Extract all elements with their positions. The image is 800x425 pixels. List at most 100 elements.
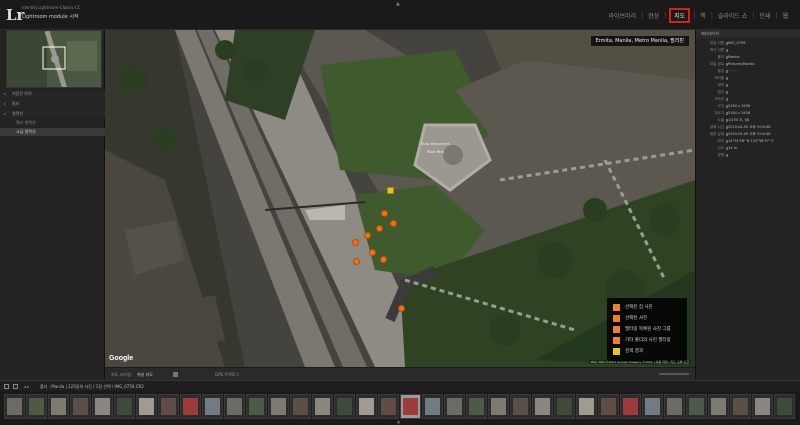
filmstrip-thumbnail[interactable] <box>686 394 707 419</box>
module-tab[interactable]: 라이브러리 <box>606 9 638 22</box>
metadata-value[interactable]: IMG_0756 <box>728 41 745 46</box>
filmstrip-thumbnail[interactable] <box>510 394 531 419</box>
filmstrip-thumbnail[interactable] <box>576 394 597 419</box>
module-tab[interactable]: 슬라이드 쇼 <box>716 9 750 22</box>
photo-marker[interactable] <box>380 256 387 263</box>
filmstrip-thumbnail[interactable] <box>730 394 751 419</box>
photo-marker[interactable] <box>398 305 405 312</box>
metadata-value[interactable]: Manila <box>728 55 739 60</box>
photo-marker[interactable] <box>353 258 360 265</box>
thumbnail-image <box>139 398 154 415</box>
filmstrip-thumbnail[interactable] <box>4 394 25 419</box>
thumbnail-image <box>29 398 44 415</box>
filmstrip-thumbnail[interactable] <box>356 394 377 419</box>
loupe-view-icon[interactable] <box>13 384 18 389</box>
thumbnail-image <box>513 398 528 415</box>
filmstrip-thumbnail[interactable] <box>488 394 509 419</box>
metadata-row: 위치 14°34'56" N 120°58'37" E <box>696 139 800 144</box>
filmstrip-thumbnail[interactable] <box>620 394 641 419</box>
metadata-value[interactable]: 5184 x 3456 <box>728 111 750 116</box>
filmstrip-thumbnail[interactable] <box>642 394 663 419</box>
grid-view-icon[interactable] <box>4 384 9 389</box>
metadata-key: 캡션 <box>717 90 724 94</box>
navigator-minimap[interactable] <box>6 30 102 88</box>
filmstrip-thumbnail[interactable] <box>422 394 443 419</box>
metadata-key: 파일 이름 <box>710 41 724 45</box>
lock-markers-icon[interactable] <box>173 372 178 377</box>
legend-item: 검색 결과 <box>611 346 683 357</box>
photo-marker[interactable] <box>381 210 388 217</box>
module-tab[interactable]: 웹 <box>780 9 790 22</box>
filmstrip-thumbnail[interactable] <box>312 394 333 419</box>
filmstrip-thumbnail[interactable] <box>268 394 289 419</box>
filmstrip-thumbnail[interactable] <box>92 394 113 419</box>
thumbnail-image <box>491 398 506 415</box>
photo-marker[interactable] <box>369 249 376 256</box>
collection-item[interactable]: 필터 컬렉션 <box>0 119 105 127</box>
filmstrip-thumbnail[interactable] <box>752 394 773 419</box>
bottom-panel-toggle-icon[interactable]: ▼ <box>397 420 400 425</box>
filmstrip-thumbnail[interactable] <box>532 394 553 419</box>
metadata-action-icon[interactable] <box>726 49 728 52</box>
thumbnail-image <box>381 398 396 415</box>
map-attribution[interactable]: Map data ©2021 Google Imagery ©2021 | 이용… <box>588 360 691 364</box>
filmstrip-thumbnail[interactable] <box>114 394 135 419</box>
filmstrip-thumbnail[interactable] <box>136 394 157 419</box>
metadata-value[interactable]: 14°34'56" N 120°58'37" E <box>728 139 774 144</box>
filmstrip-thumbnail[interactable] <box>774 394 795 419</box>
filmstrip-thumbnail[interactable] <box>664 394 685 419</box>
filter-header[interactable]: 필터 <box>0 100 105 108</box>
filmstrip-thumbnail[interactable] <box>48 394 69 419</box>
filmstrip-thumbnail[interactable] <box>708 394 729 419</box>
module-tab[interactable]: 책 <box>698 9 708 22</box>
photo-marker[interactable] <box>390 220 397 227</box>
filmstrip-thumbnail[interactable] <box>554 394 575 419</box>
photo-marker[interactable] <box>376 225 383 232</box>
metadata-action-icon[interactable] <box>726 154 728 157</box>
photo-marker[interactable] <box>352 239 359 246</box>
collections-header[interactable]: 컬렉션 <box>0 110 105 118</box>
module-tab[interactable]: 지도 <box>669 7 691 23</box>
filmstrip-thumbnail[interactable] <box>334 394 355 419</box>
filmstrip-thumbnail[interactable] <box>26 394 47 419</box>
filmstrip-thumbnail[interactable] <box>466 394 487 419</box>
legend-item: 선택된 집 사진 <box>611 302 683 313</box>
metadata-action-icon[interactable] <box>726 91 728 94</box>
metadata-value[interactable]: · · · · · <box>728 69 738 74</box>
metadata-action-icon[interactable] <box>726 77 728 80</box>
filmstrip-thumbnail[interactable] <box>598 394 619 419</box>
metadata-value[interactable]: 2019-04-09 오후 3:04:48 <box>728 125 771 130</box>
google-logo: Google <box>109 355 134 362</box>
metadata-value[interactable]: 2019-04-09 오후 3:04:48 <box>728 132 771 137</box>
filmstrip-thumbnail[interactable] <box>202 394 223 419</box>
photo-marker[interactable] <box>364 232 371 239</box>
filmstrip-thumbnail[interactable] <box>158 394 179 419</box>
metadata-action-icon[interactable] <box>726 98 728 101</box>
metadata-row: 제목 <box>696 83 800 88</box>
map-view[interactable]: Rizal Monument Rizal Park Ermita, Manila… <box>105 30 695 367</box>
module-tab[interactable]: 현상 <box>646 9 661 22</box>
saved-locations-header[interactable]: 저장된 위치 <box>0 90 105 98</box>
module-separator: | <box>641 11 644 19</box>
filmstrip-thumbnail[interactable] <box>246 394 267 419</box>
filmstrip-thumbnail[interactable] <box>290 394 311 419</box>
metadata-header[interactable]: 메타데이터 <box>696 30 800 38</box>
metadata-value[interactable]: 14 m <box>728 146 737 151</box>
filmstrip-thumbnail[interactable] <box>180 394 201 419</box>
metadata-row: 고도 14 m <box>696 146 800 151</box>
metadata-value[interactable]: 5184 x 3456 <box>728 104 750 109</box>
metadata-action-icon[interactable] <box>726 84 728 87</box>
filmstrip-thumbnail[interactable] <box>444 394 465 419</box>
filmstrip-thumbnail[interactable] <box>70 394 91 419</box>
selected-photo-marker[interactable] <box>387 187 394 194</box>
metadata-value[interactable]: 1/250 초, f/8 <box>728 118 749 123</box>
metadata-value[interactable]: Pictures/Manila <box>728 62 755 67</box>
filmstrip-thumbnail[interactable] <box>400 394 421 419</box>
filmstrip-thumbnail[interactable] <box>378 394 399 419</box>
module-tab[interactable]: 인쇄 <box>757 9 772 22</box>
zoom-slider[interactable] <box>659 373 689 375</box>
top-panel-toggle-icon[interactable]: ▲ <box>396 1 400 7</box>
filmstrip-thumbnail[interactable] <box>224 394 245 419</box>
collection-item[interactable]: 고급 컬렉션 <box>0 128 105 136</box>
filmstrip-bar: ◂ ▸ 폴더 : Manila | 125장의 사진 / 1장 선택 / IMG… <box>0 380 800 391</box>
